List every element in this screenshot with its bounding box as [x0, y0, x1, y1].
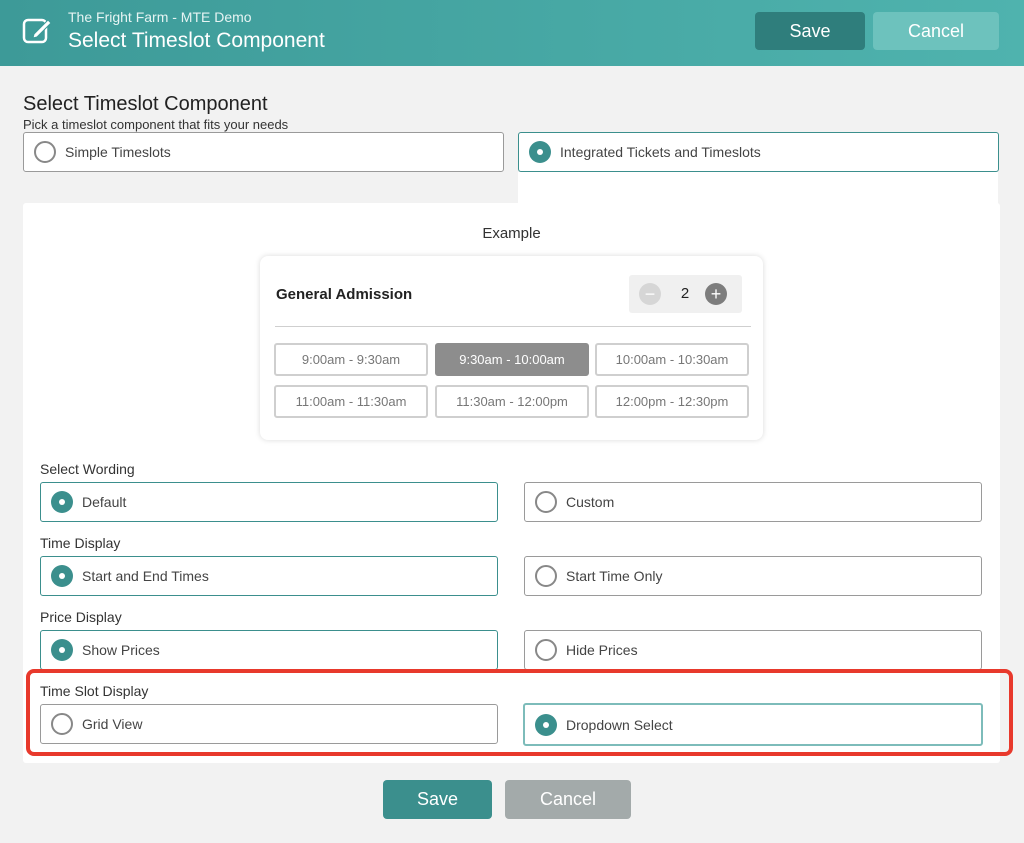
radio-selected[interactable] — [529, 141, 551, 163]
timeslot-button[interactable]: 9:00am - 9:30am — [274, 343, 428, 376]
highlight-outline — [26, 669, 1013, 756]
option-label: Start and End Times — [82, 568, 209, 584]
price-display-label: Price Display — [40, 609, 122, 625]
option-label: Hide Prices — [566, 642, 638, 658]
radio-selected[interactable] — [51, 639, 73, 661]
timeslot-button[interactable]: 10:00am - 10:30am — [595, 343, 749, 376]
timeslot-button-active[interactable]: 9:30am - 10:00am — [435, 343, 589, 376]
radio-unselected[interactable] — [535, 639, 557, 661]
option-label: Start Time Only — [566, 568, 663, 584]
divider — [275, 326, 751, 327]
option-label: Simple Timeslots — [65, 144, 171, 160]
minus-icon[interactable]: − — [639, 283, 661, 305]
header-save-button[interactable]: Save — [755, 12, 865, 50]
ticket-name: General Admission — [276, 286, 413, 303]
time-display-label: Time Display — [40, 535, 121, 551]
wording-default-option[interactable]: Default — [40, 482, 498, 522]
option-integrated-tickets[interactable]: Integrated Tickets and Timeslots — [518, 132, 999, 172]
timeslot-button[interactable]: 12:00pm - 12:30pm — [595, 385, 749, 418]
page-description: Pick a timeslot component that fits your… — [23, 117, 289, 132]
option-label: Custom — [566, 494, 615, 510]
header-title: Select Timeslot Component — [68, 29, 325, 52]
edit-icon — [22, 18, 52, 44]
cancel-button[interactable]: Cancel — [505, 780, 631, 819]
selected-tab-connector — [518, 172, 998, 204]
option-simple-timeslots[interactable]: Simple Timeslots — [23, 132, 504, 172]
radio-unselected[interactable] — [535, 491, 557, 513]
radio-selected[interactable] — [51, 491, 73, 513]
quantity-value: 2 — [680, 285, 690, 302]
wording-custom-option[interactable]: Custom — [524, 482, 982, 522]
plus-icon[interactable]: + — [705, 283, 727, 305]
time-start-end-option[interactable]: Start and End Times — [40, 556, 498, 596]
option-label: Show Prices — [82, 642, 160, 658]
top-header-bar: The Fright Farm - MTE Demo Select Timesl… — [0, 0, 1024, 66]
example-label: Example — [482, 225, 541, 242]
time-start-only-option[interactable]: Start Time Only — [524, 556, 982, 596]
organization-name: The Fright Farm - MTE Demo — [68, 9, 252, 25]
timeslot-button[interactable]: 11:30am - 12:00pm — [435, 385, 589, 418]
save-button[interactable]: Save — [383, 780, 492, 819]
timeslot-button[interactable]: 11:00am - 11:30am — [274, 385, 428, 418]
option-label: Integrated Tickets and Timeslots — [560, 144, 761, 160]
radio-selected[interactable] — [51, 565, 73, 587]
show-prices-option[interactable]: Show Prices — [40, 630, 498, 670]
quantity-stepper: − 2 + — [629, 275, 742, 313]
radio-unselected[interactable] — [535, 565, 557, 587]
hide-prices-option[interactable]: Hide Prices — [524, 630, 982, 670]
radio-unselected[interactable] — [34, 141, 56, 163]
header-cancel-button[interactable]: Cancel — [873, 12, 999, 50]
option-label: Default — [82, 494, 127, 510]
page-title: Select Timeslot Component — [23, 93, 268, 115]
select-wording-label: Select Wording — [40, 461, 135, 477]
